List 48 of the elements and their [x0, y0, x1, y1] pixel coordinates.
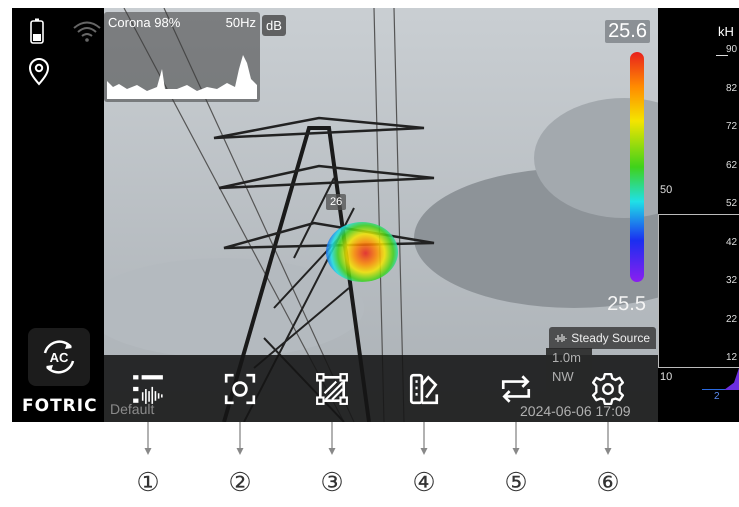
leader-line: [328, 422, 336, 456]
direction-text: NW: [552, 369, 574, 384]
palette-tool-button[interactable]: [407, 372, 441, 406]
settings-tool-button[interactable]: [591, 372, 625, 406]
axis-tick-label: 42: [726, 236, 738, 248]
callout-number: ①: [136, 468, 160, 498]
axis-tick-label: 90: [726, 44, 738, 55]
db-button[interactable]: dB: [262, 15, 286, 36]
leader-line: [236, 422, 244, 456]
axis-tick-mark: [716, 55, 728, 56]
axis-tick-label: 12: [726, 352, 738, 363]
frequency-unit: kH: [718, 24, 734, 39]
callout-number: ②: [228, 468, 252, 498]
waveform-icon: [555, 333, 568, 343]
frequency-label: 50Hz: [226, 15, 256, 30]
callout-number: ⑤: [504, 468, 528, 498]
callout-number: ③: [320, 468, 344, 498]
upper-limit-label: 50: [660, 184, 672, 196]
axis-tick-label: 72: [726, 121, 738, 132]
timestamp-text: 2024-06-06 17:09: [520, 403, 631, 419]
peak-drawing: [724, 368, 739, 390]
location-pin-icon: [28, 58, 50, 86]
preset-text: Default: [110, 401, 154, 417]
scale-min-value: 25.5: [607, 293, 646, 316]
leader-line: [420, 422, 428, 456]
region-tool-button[interactable]: [315, 372, 349, 406]
focus-tool-button[interactable]: [223, 372, 257, 406]
marker-label: 2: [714, 391, 720, 402]
battery-icon: [30, 18, 44, 44]
axis-tick-label: 52: [726, 198, 738, 209]
axis-tick-label: 62: [726, 160, 738, 170]
leader-line: [512, 422, 520, 456]
callout-number: ⑥: [596, 468, 620, 498]
corona-label: Corona 98%: [108, 15, 180, 30]
leader-line: [604, 422, 612, 456]
callout-number: ④: [412, 468, 436, 498]
ac-mode-button[interactable]: AC: [28, 328, 90, 386]
axis-tick-label: 22: [726, 314, 738, 324]
distance-text: 1.0m: [552, 350, 581, 365]
brand-logo: FOTRIC: [22, 396, 98, 416]
scale-max-value: 25.6: [605, 20, 650, 43]
axis-tick-label: 32: [726, 275, 738, 286]
wifi-icon: [72, 20, 102, 42]
source-type-label: Steady Source: [571, 331, 650, 345]
leader-line: [144, 422, 152, 456]
axis-tick-label: 82: [726, 82, 738, 94]
lower-limit-label: 10: [660, 371, 672, 383]
hotspot-value: 26: [326, 194, 346, 210]
